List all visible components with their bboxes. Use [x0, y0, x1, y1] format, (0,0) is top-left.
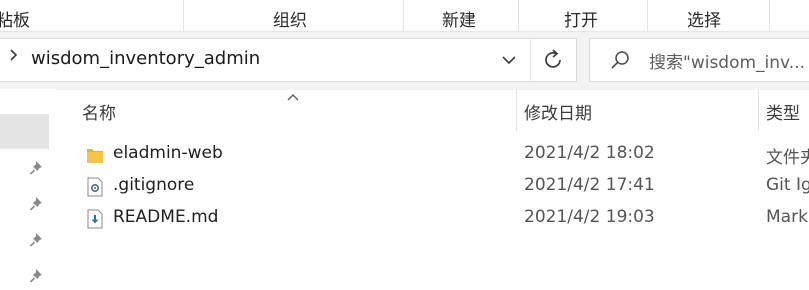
column-header-name[interactable]: 名称	[82, 99, 116, 124]
ribbon-divider	[518, 0, 519, 31]
chevron-down-icon	[502, 56, 516, 65]
refresh-icon	[545, 49, 561, 68]
ribbon-group-organize[interactable]: 组织	[273, 6, 307, 31]
ribbon-group-select[interactable]: 选择	[687, 6, 721, 31]
file-type: Mark	[766, 207, 808, 227]
file-row[interactable]: .gitignore 2021/4/2 17:41 Git Ig	[78, 171, 809, 203]
file-row[interactable]: eladmin-web 2021/4/2 18:02 文件夹	[78, 139, 809, 171]
folder-icon	[87, 149, 103, 163]
file-type: 文件夹	[766, 148, 809, 168]
ribbon: 粘板 组织 新建 打开 选择	[0, 0, 809, 31]
sort-ascending-icon	[286, 87, 300, 106]
search-placeholder[interactable]: 搜索"wisdom_inv...	[649, 48, 805, 73]
file-date: 2021/4/2 18:02	[524, 143, 655, 163]
pin-icon[interactable]	[27, 266, 47, 286]
column-header-type[interactable]: 类型	[766, 99, 800, 124]
ribbon-group-new[interactable]: 新建	[442, 6, 476, 31]
address-history-button[interactable]	[490, 38, 530, 82]
file-type: Git Ig	[766, 175, 809, 195]
ribbon-group-clipboard[interactable]: 粘板	[0, 6, 30, 31]
pin-icon[interactable]	[27, 158, 47, 178]
column-header-date[interactable]: 修改日期	[524, 99, 592, 124]
file-date: 2021/4/2 17:41	[524, 175, 655, 195]
pin-icon[interactable]	[27, 194, 47, 214]
column-divider[interactable]	[516, 89, 517, 131]
ribbon-group-open[interactable]: 打开	[564, 6, 598, 31]
column-divider[interactable]	[758, 89, 759, 131]
file-row[interactable]: README.md 2021/4/2 19:03 Mark	[78, 203, 809, 235]
nav-item-selected[interactable]	[0, 114, 49, 149]
refresh-button[interactable]	[530, 38, 577, 82]
settings-file-icon	[87, 177, 103, 197]
ribbon-divider	[403, 0, 404, 31]
file-date: 2021/4/2 19:03	[524, 207, 655, 227]
search-icon	[610, 49, 632, 75]
breadcrumb-chevron-icon[interactable]	[8, 47, 20, 67]
file-name[interactable]: .gitignore	[113, 175, 194, 195]
ribbon-divider	[183, 0, 184, 31]
breadcrumb-path[interactable]: wisdom_inventory_admin	[31, 48, 260, 69]
file-name[interactable]: README.md	[113, 207, 218, 227]
pin-icon[interactable]	[27, 230, 47, 250]
download-file-icon	[87, 209, 103, 229]
ribbon-divider	[769, 0, 770, 31]
ribbon-divider	[647, 0, 648, 31]
file-name[interactable]: eladmin-web	[113, 143, 223, 163]
